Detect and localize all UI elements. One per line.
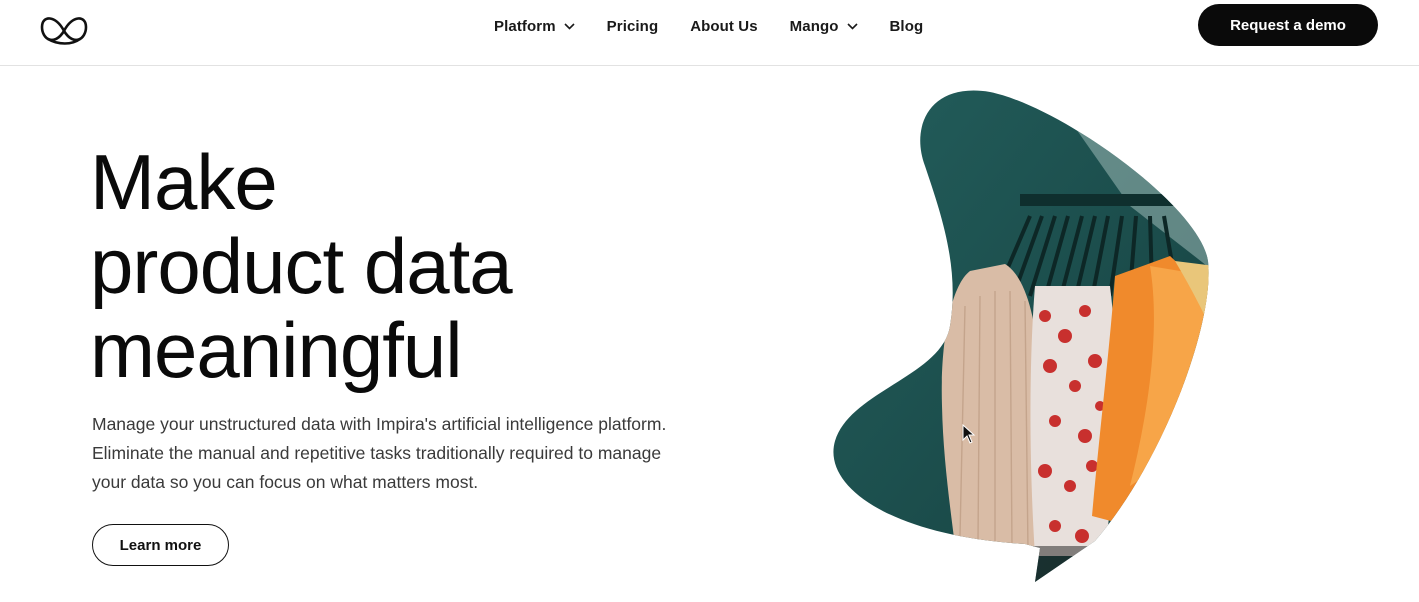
mouse-pointer-icon (962, 424, 976, 444)
hero-headline-line: Make (90, 138, 278, 226)
chevron-down-icon (846, 22, 858, 30)
clothing-rack-image (833, 90, 1209, 582)
nav-blog-label: Blog (889, 17, 924, 35)
main-nav: Platform Pricing About Us Mango Blog (494, 0, 923, 52)
nav-platform[interactable]: Platform (494, 18, 575, 35)
nav-pricing-label: Pricing (606, 17, 659, 35)
impira-logo-icon[interactable] (38, 9, 90, 51)
nav-mango-label: Mango (789, 17, 839, 35)
learn-more-button[interactable]: Learn more (92, 524, 229, 566)
nav-about-us-label: About Us (690, 17, 758, 35)
site-header: Platform Pricing About Us Mango Blog Req… (0, 0, 1419, 66)
chevron-down-icon (564, 22, 575, 30)
nav-pricing[interactable]: Pricing (607, 18, 659, 35)
request-demo-button[interactable]: Request a demo (1198, 4, 1378, 46)
hero-description: Manage your unstructured data with Impir… (92, 414, 667, 492)
nav-about-us[interactable]: About Us (690, 18, 757, 35)
nav-mango[interactable]: Mango (790, 18, 858, 35)
hero-headline-line: product data (90, 222, 513, 310)
hero-headline-line: meaningful (90, 306, 463, 394)
nav-platform-label: Platform (494, 17, 556, 35)
nav-blog[interactable]: Blog (890, 18, 924, 35)
hero-headline: Make product data meaningful (90, 140, 710, 392)
